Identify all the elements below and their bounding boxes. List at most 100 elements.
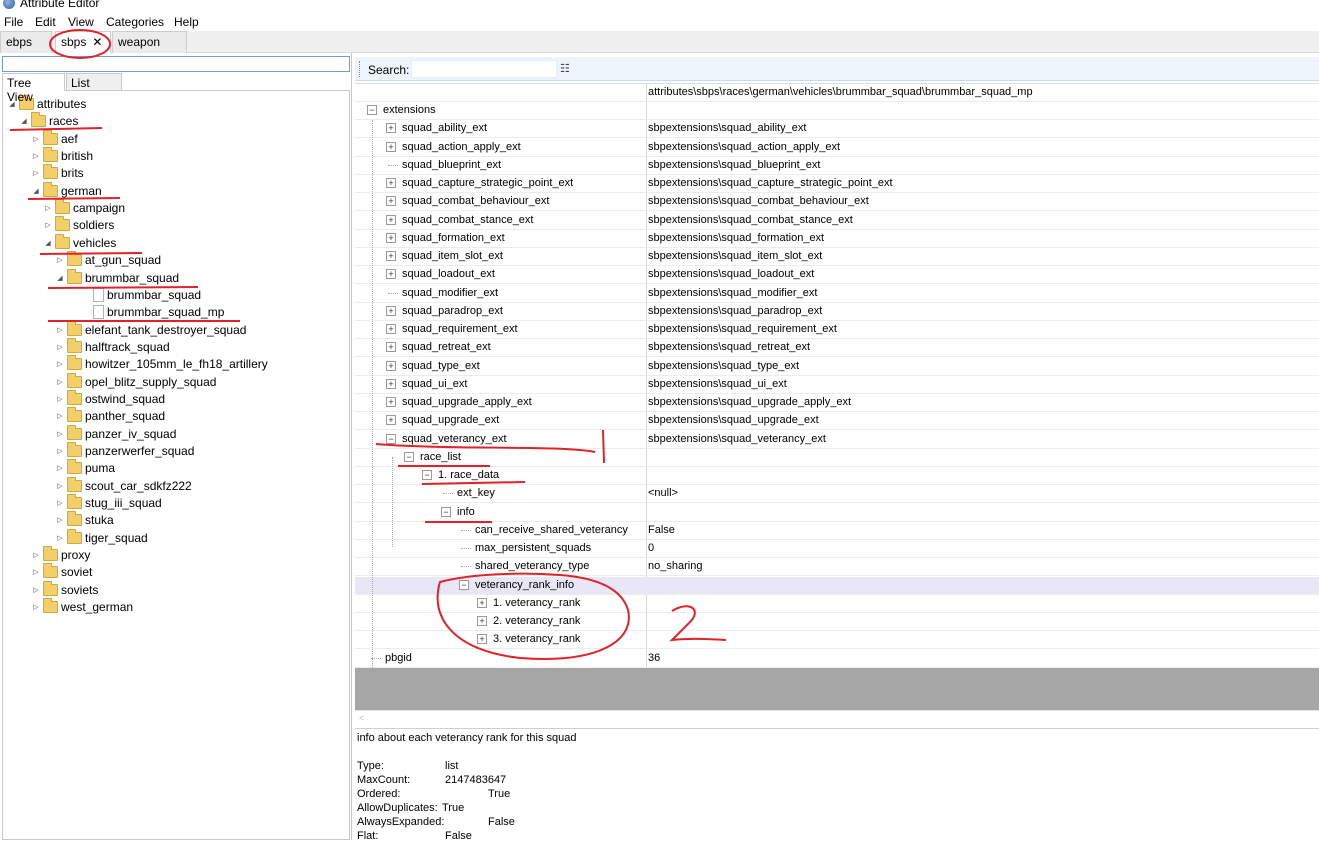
collapsed-arrow-icon[interactable]: ▷	[55, 495, 65, 512]
search-input[interactable]	[411, 60, 557, 78]
grid-row-max-persistent-squads[interactable]: max_persistent_squads 0	[355, 540, 1319, 558]
expand-icon[interactable]: +	[386, 305, 396, 316]
collapsed-arrow-icon[interactable]: ▷	[31, 131, 41, 148]
expanded-arrow-icon[interactable]: ◢	[43, 235, 53, 252]
property-value[interactable]: sbpextensions\squad_item_slot_ext	[648, 248, 822, 265]
property-value[interactable]: sbpextensions\squad_upgrade_ext	[648, 412, 819, 429]
grid-row-squad-modifier-ext[interactable]: squad_modifier_ext sbpextensions\squad_mo…	[355, 285, 1319, 303]
expand-icon[interactable]: +	[386, 415, 396, 426]
property-value[interactable]: sbpextensions\squad_paradrop_ext	[648, 303, 822, 320]
grid-row-1-race-data[interactable]: −1. race_data	[355, 467, 1319, 485]
grid-row-squad-combat-behaviour-ext[interactable]: + squad_combat_behaviour_ext sbpextensions…	[355, 193, 1319, 212]
sort-icon[interactable]: ☷	[560, 62, 574, 76]
collapsed-arrow-icon[interactable]: ▷	[55, 426, 65, 443]
grid-row-squad-blueprint-ext[interactable]: squad_blueprint_ext sbpextensions\squad_b…	[355, 157, 1319, 175]
collapsed-arrow-icon[interactable]: ▷	[55, 374, 65, 391]
grid-row-squad-veterancy-ext[interactable]: − squad_veterancy_ext sbpextensions\squad_…	[355, 431, 1319, 449]
property-value[interactable]: sbpextensions\squad_veterancy_ext	[648, 431, 826, 448]
property-value[interactable]: sbpextensions\squad_requirement_ext	[648, 321, 837, 338]
collapsed-arrow-icon[interactable]: ▷	[55, 408, 65, 425]
grid-row-veterancy-rank-info[interactable]: − veterancy_rank_info	[355, 576, 1319, 595]
collapsed-arrow-icon[interactable]: ▷	[31, 582, 41, 599]
tree-filter-input[interactable]	[2, 56, 350, 72]
grid-row-pbgid[interactable]: pbgid 36	[355, 650, 1319, 668]
property-value[interactable]: False	[648, 522, 675, 539]
property-value[interactable]: sbpextensions\squad_formation_ext	[648, 230, 824, 247]
tab-sbps[interactable]: sbps ✕	[55, 31, 111, 53]
expand-icon[interactable]: +	[386, 269, 396, 280]
collapsed-arrow-icon[interactable]: ▷	[43, 217, 53, 234]
collapsed-arrow-icon[interactable]: ▷	[31, 599, 41, 616]
collapsed-arrow-icon[interactable]: ▷	[31, 148, 41, 165]
property-value[interactable]: sbpextensions\squad_combat_behaviour_ext	[648, 193, 869, 210]
expand-icon[interactable]: +	[386, 123, 396, 134]
expand-icon[interactable]: +	[386, 397, 396, 407]
collapsed-arrow-icon[interactable]: ▷	[55, 478, 65, 495]
property-value[interactable]: sbpextensions\squad_blueprint_ext	[648, 157, 820, 174]
collapsed-arrow-icon[interactable]: ▷	[55, 339, 65, 356]
grid-row-shared-veterancy-type[interactable]: shared_veterancy_type no_sharing	[355, 558, 1319, 577]
menu-categories[interactable]: Categories	[106, 15, 164, 29]
expanded-arrow-icon[interactable]: ◢	[19, 113, 29, 130]
menu-help[interactable]: Help	[174, 15, 199, 29]
grid-row-squad-ability-ext[interactable]: + squad_ability_ext sbpextensions\squad_ab…	[355, 120, 1319, 139]
grid-row-squad-retreat-ext[interactable]: + squad_retreat_ext sbpextensions\squad_re…	[355, 339, 1319, 358]
grid-row-3-veterancy-rank[interactable]: +3. veterancy_rank	[355, 631, 1319, 650]
collapse-icon[interactable]: −	[459, 579, 469, 590]
collapsed-arrow-icon[interactable]: ▷	[55, 443, 65, 460]
expanded-arrow-icon[interactable]: ◢	[55, 270, 65, 287]
property-value[interactable]: 36	[648, 650, 660, 667]
grid-row-extensions[interactable]: − extensions	[355, 102, 1319, 120]
expand-icon[interactable]: +	[477, 597, 487, 608]
property-value[interactable]: sbpextensions\squad_type_ext	[648, 358, 799, 375]
scroll-left-icon[interactable]: <	[359, 713, 364, 723]
collapse-icon[interactable]: −	[441, 506, 451, 517]
menu-view[interactable]: View	[68, 15, 94, 29]
tab-ebps[interactable]: ebps	[0, 31, 52, 53]
property-value[interactable]: sbpextensions\squad_capture_strategic_po…	[648, 175, 893, 192]
collapsed-arrow-icon[interactable]: ▷	[31, 564, 41, 581]
collapsed-arrow-icon[interactable]: ▷	[55, 512, 65, 529]
grid-row-squad-upgrade-ext[interactable]: + squad_upgrade_ext sbpextensions\squad_up…	[355, 412, 1319, 431]
grid-row-squad-capture-strategic-point-ext[interactable]: + squad_capture_strategic_point_ext sbpext…	[355, 175, 1319, 193]
property-value[interactable]: sbpextensions\squad_upgrade_apply_ext	[648, 394, 851, 411]
horizontal-scrollbar[interactable]: <	[355, 710, 1319, 728]
collapse-icon[interactable]: −	[367, 105, 377, 115]
collapsed-arrow-icon[interactable]: ▷	[31, 547, 41, 564]
close-icon[interactable]: ✕	[92, 35, 102, 49]
expand-icon[interactable]: +	[386, 378, 396, 389]
grid-row-2-veterancy-rank[interactable]: +2. veterancy_rank	[355, 613, 1319, 631]
grid-row-info[interactable]: − info	[355, 504, 1319, 522]
grid-row-squad-requirement-ext[interactable]: + squad_requirement_ext sbpextensions\squa…	[355, 321, 1319, 339]
collapsed-arrow-icon[interactable]: ▷	[55, 530, 65, 547]
expanded-arrow-icon[interactable]: ◢	[31, 183, 41, 200]
property-value[interactable]: 0	[648, 540, 654, 557]
menu-file[interactable]: File	[4, 15, 23, 29]
collapse-icon[interactable]: −	[386, 433, 396, 444]
property-value[interactable]: <null>	[648, 485, 678, 502]
collapsed-arrow-icon[interactable]: ▷	[55, 356, 65, 373]
grid-row-squad-action-apply-ext[interactable]: + squad_action_apply_ext sbpextensions\squ…	[355, 139, 1319, 157]
expand-icon[interactable]: +	[386, 324, 396, 334]
property-value[interactable]: sbpextensions\squad_modifier_ext	[648, 285, 817, 302]
grid-row-squad-loadout-ext[interactable]: + squad_loadout_ext sbpextensions\squad_lo…	[355, 266, 1319, 285]
grid-row-squad-type-ext[interactable]: + squad_type_ext sbpextensions\squad_type_…	[355, 358, 1319, 376]
expand-icon[interactable]: +	[386, 232, 396, 243]
collapse-icon[interactable]: −	[422, 470, 432, 480]
expand-icon[interactable]: +	[386, 196, 396, 207]
grid-row-squad-item-slot-ext[interactable]: + squad_item_slot_ext sbpextensions\squad_…	[355, 248, 1319, 266]
expand-icon[interactable]: +	[386, 342, 396, 353]
tab-weapon[interactable]: weapon	[112, 31, 187, 53]
tab-tree-view[interactable]: Tree View	[2, 73, 65, 104]
grid-row-squad-combat-stance-ext[interactable]: + squad_combat_stance_ext sbpextensions\sq…	[355, 212, 1319, 230]
grid-row-1-veterancy-rank[interactable]: +1. veterancy_rank	[355, 595, 1319, 613]
property-value[interactable]: sbpextensions\squad_retreat_ext	[648, 339, 810, 356]
grid-row-squad-upgrade-apply-ext[interactable]: + squad_upgrade_apply_ext sbpextensions\sq…	[355, 394, 1319, 412]
toolbar-grip[interactable]	[359, 61, 362, 77]
grid-row-ext-key[interactable]: ext_key <null>	[355, 485, 1319, 504]
collapsed-arrow-icon[interactable]: ▷	[43, 200, 53, 217]
grid-row-race-list[interactable]: − race_list	[355, 449, 1319, 467]
property-value[interactable]: sbpextensions\squad_loadout_ext	[648, 266, 814, 283]
collapse-icon[interactable]: −	[404, 451, 414, 462]
grid-row-squad-formation-ext[interactable]: + squad_formation_ext sbpextensions\squad_…	[355, 230, 1319, 248]
